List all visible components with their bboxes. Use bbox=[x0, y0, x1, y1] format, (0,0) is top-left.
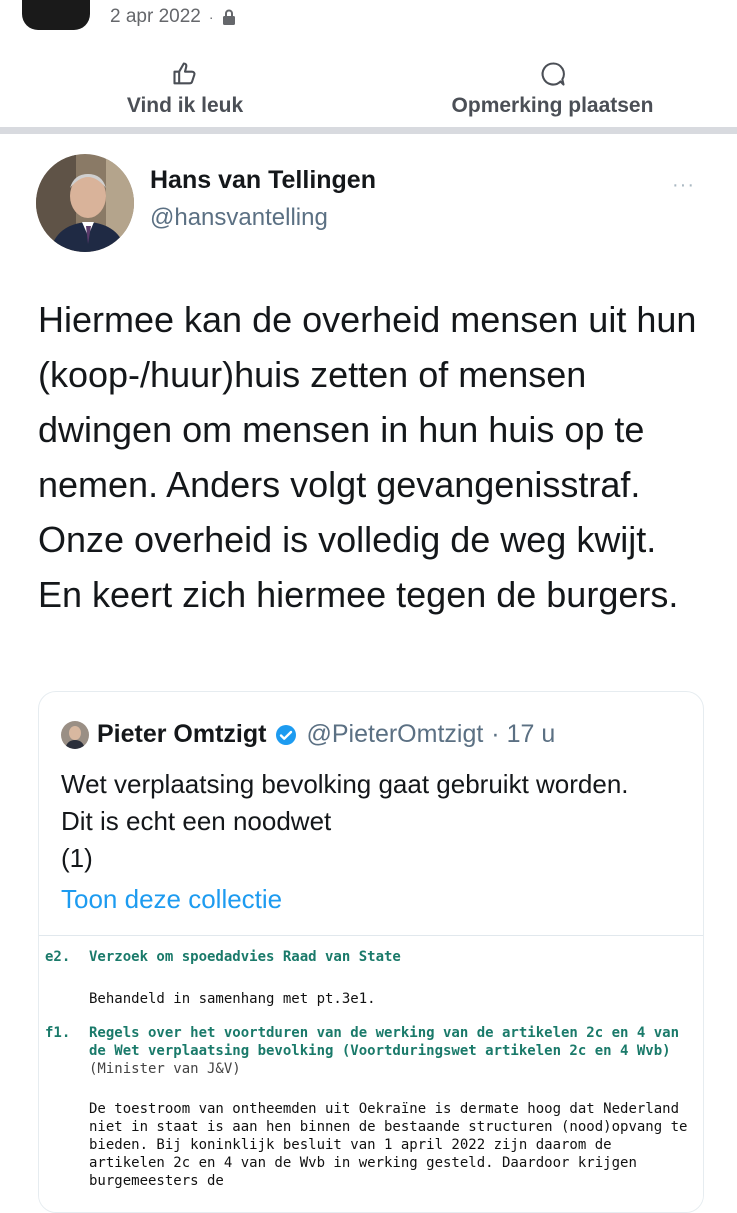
quoted-tweet[interactable]: Pieter Omtzigt @PieterOmtzigt · 17 u Wet… bbox=[38, 691, 704, 1213]
post-header: 2 apr 2022 · Vind ik leuk Opmerking plaa… bbox=[0, 0, 737, 130]
comment-icon bbox=[541, 62, 565, 86]
quoted-count: (1) bbox=[61, 843, 93, 873]
quoted-time: · 17 u bbox=[491, 720, 556, 748]
meta-separator: · bbox=[208, 9, 214, 25]
author-avatar[interactable] bbox=[36, 154, 134, 252]
divider bbox=[0, 127, 737, 134]
tweet-card: Hans van Tellingen @hansvantelling ··· H… bbox=[0, 134, 737, 1213]
verified-badge-icon bbox=[276, 724, 297, 745]
quoted-author-name: Pieter Omtzigt bbox=[97, 720, 267, 748]
quoted-text: Wet verplaatsing bevolking gaat gebruikt… bbox=[61, 766, 661, 877]
more-options-button[interactable]: ··· bbox=[672, 174, 695, 197]
doc-e2-title: Verzoek om spoedadvies Raad van State bbox=[89, 949, 401, 965]
like-button[interactable]: Vind ik leuk bbox=[120, 60, 250, 118]
quoted-avatar bbox=[61, 720, 89, 749]
doc-f1-number: f1. bbox=[45, 1025, 71, 1041]
doc-f1-title: Regels over het voortduren van de werkin… bbox=[89, 1025, 680, 1059]
post-meta: 2 apr 2022 · bbox=[110, 6, 236, 28]
doc-f1-body: De toestroom van ontheemden uit Oekraïne… bbox=[89, 1101, 688, 1189]
lock-icon bbox=[222, 9, 235, 25]
comment-button[interactable]: Opmerking plaatsen bbox=[435, 60, 670, 118]
tweet-text: Hiermee kan de overheid mensen uit hun (… bbox=[38, 299, 697, 615]
doc-e2-number: e2. bbox=[45, 949, 71, 965]
like-label: Vind ik leuk bbox=[126, 94, 244, 117]
redacted-avatar bbox=[22, 0, 90, 30]
quoted-header: Pieter Omtzigt @PieterOmtzigt · 17 u bbox=[61, 720, 555, 749]
doc-f1-heading: Regels over het voortduren van de werkin… bbox=[89, 1024, 694, 1078]
comment-label: Opmerking plaatsen bbox=[451, 94, 654, 117]
document-image: e2. Verzoek om spoedadvies Raad van Stat… bbox=[39, 935, 703, 1212]
post-date[interactable]: 2 apr 2022 bbox=[110, 6, 201, 28]
show-collection-link[interactable]: Toon deze collectie bbox=[61, 884, 282, 915]
quoted-text-body: Wet verplaatsing bevolking gaat gebruikt… bbox=[61, 769, 629, 836]
thumbs-up-icon bbox=[173, 62, 196, 85]
doc-f1-minister: (Minister van J&V) bbox=[89, 1061, 241, 1077]
author-handle[interactable]: @hansvantelling bbox=[150, 204, 328, 232]
author-name[interactable]: Hans van Tellingen bbox=[150, 166, 376, 195]
doc-e2-body: Behandeld in samenhang met pt.3e1. bbox=[89, 991, 376, 1007]
quoted-author-handle: @PieterOmtzigt bbox=[306, 720, 484, 748]
